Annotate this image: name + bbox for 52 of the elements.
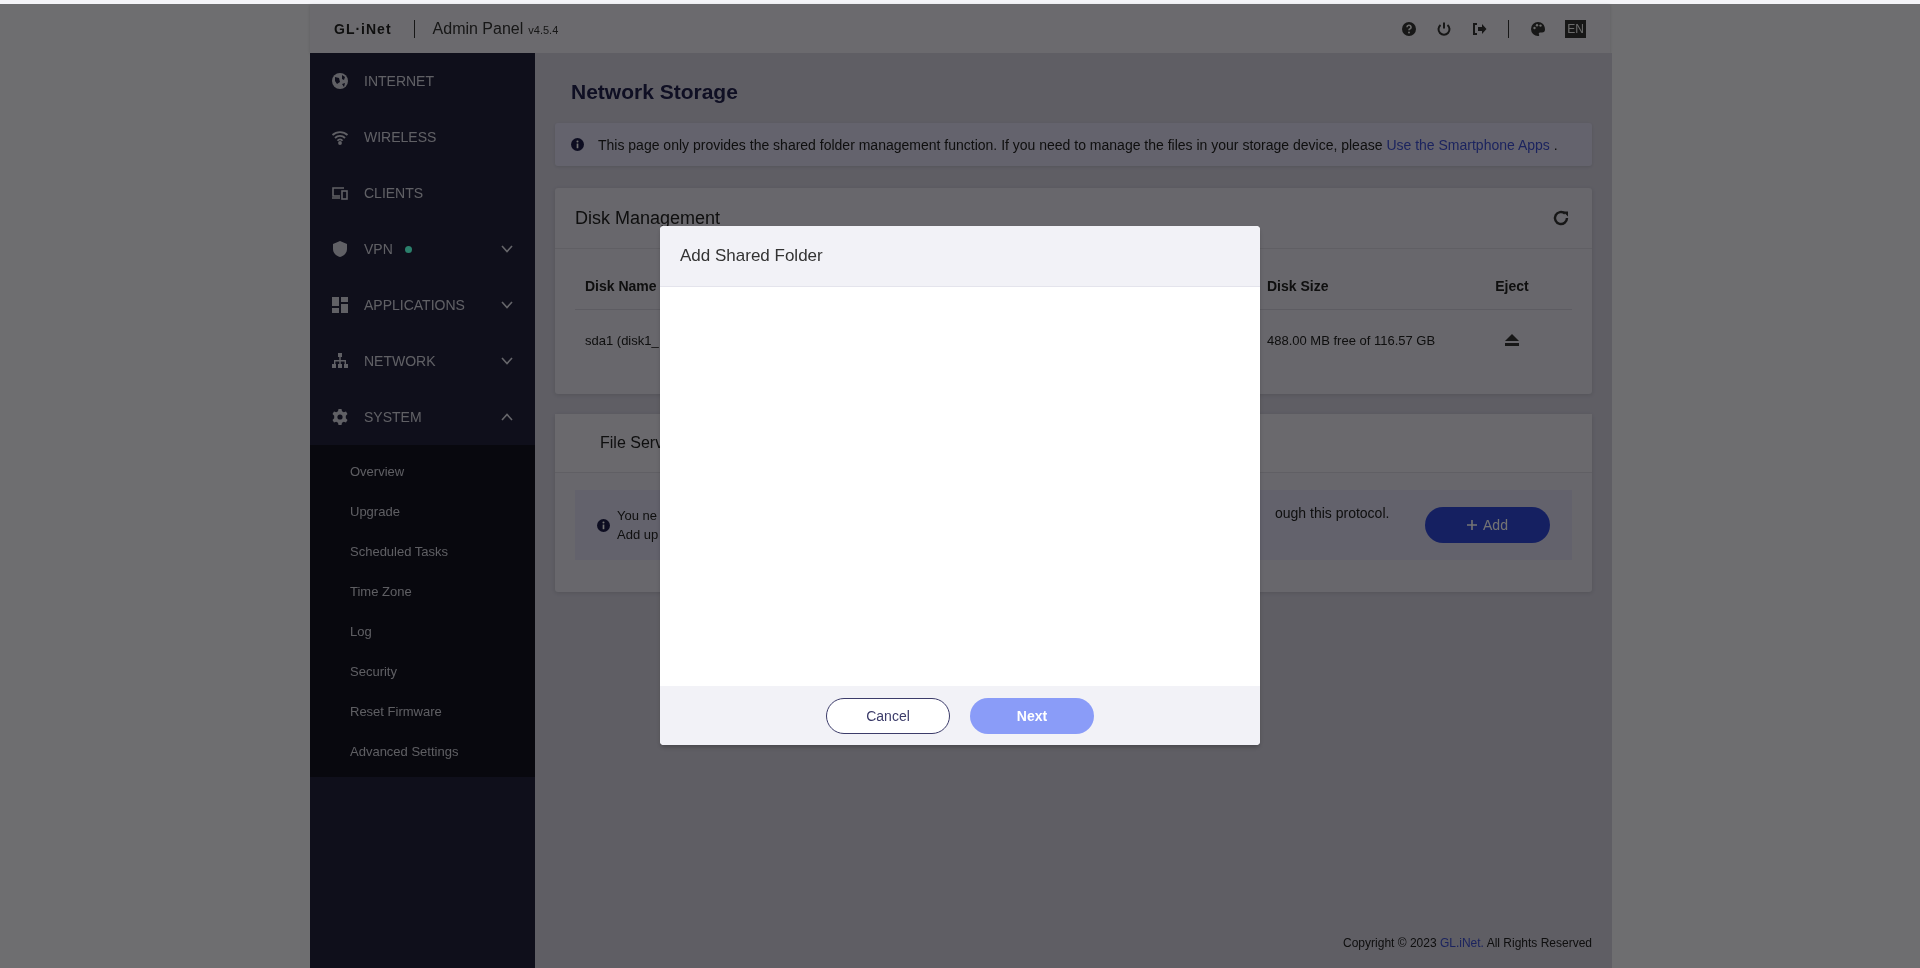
submenu-item[interactable]: Log	[310, 611, 535, 651]
info-text: You ne	[617, 508, 658, 523]
nav-item[interactable]: APPLICATIONS	[310, 277, 535, 333]
refresh-icon[interactable]	[1552, 209, 1570, 227]
submenu-item[interactable]: Reset Firmware	[310, 691, 535, 731]
nav-item[interactable]: INTERNET	[310, 53, 535, 109]
language-button[interactable]: EN	[1565, 19, 1586, 38]
power-icon[interactable]	[1436, 20, 1453, 37]
network-icon	[331, 352, 349, 370]
nav-item[interactable]: WIRELESS	[310, 109, 535, 165]
version-label: v4.5.4	[528, 24, 559, 36]
info-text: Add up	[617, 527, 660, 542]
wifi-icon	[331, 128, 349, 146]
palette-icon[interactable]	[1530, 20, 1547, 37]
table-cell-text: 488.00 MB free of 116.57 GB	[1267, 332, 1437, 348]
info-icon	[597, 518, 610, 532]
notice-text: This page only provides the shared folder management function. If you need to manage the files in your storage device, please Use the Smartphone Apps .	[598, 136, 1558, 153]
column-header: Eject	[1494, 278, 1530, 294]
nav-item[interactable]: NETWORK	[310, 333, 535, 389]
dialog-title: Add Shared Folder	[680, 246, 823, 266]
info-icon	[571, 138, 584, 151]
help-icon[interactable]	[1401, 20, 1418, 37]
submenu-item[interactable]: Upgrade	[310, 491, 535, 531]
nav-item[interactable]: VPN	[310, 221, 535, 277]
cancel-button[interactable]: Cancel	[826, 697, 950, 734]
gear-icon	[331, 408, 349, 426]
add-button[interactable]: Add	[1425, 507, 1550, 543]
eject-icon[interactable]	[1505, 334, 1519, 346]
plus-icon	[1467, 520, 1478, 530]
apps-icon	[331, 296, 349, 314]
submenu-item[interactable]: Overview	[310, 451, 535, 491]
column-header: Disk Name	[585, 278, 658, 294]
page-title: Network Storage	[571, 79, 739, 105]
submenu-item[interactable]: Scheduled Tasks	[310, 531, 535, 571]
info-text: ough this protocol.	[1275, 505, 1390, 521]
card-title: Disk Management	[575, 207, 721, 229]
logo: GL·iNet	[334, 20, 392, 37]
copyright-text: Copyright © 2023 GL.iNet. All Rights Reserved	[1342, 936, 1592, 950]
nav-item[interactable]: CLIENTS	[310, 165, 535, 221]
nav-item[interactable]: SYSTEM	[310, 389, 535, 445]
shield-icon	[331, 240, 349, 258]
table-cell-text: sda1 (disk1_	[585, 332, 660, 348]
globe-icon	[331, 72, 349, 90]
submenu-item[interactable]: Security	[310, 651, 535, 691]
submenu-item[interactable]: Advanced Settings	[310, 731, 535, 771]
app-title: Admin Panel	[432, 19, 524, 38]
devices-icon	[331, 184, 349, 202]
column-header: Disk Size	[1267, 278, 1330, 294]
smartphone-apps-link[interactable]: Use the Smartphone Apps	[1386, 136, 1550, 153]
logout-icon[interactable]	[1471, 20, 1488, 37]
brand-link[interactable]: GL.iNet.	[1439, 936, 1484, 950]
submenu-item[interactable]: Time Zone	[310, 571, 535, 611]
